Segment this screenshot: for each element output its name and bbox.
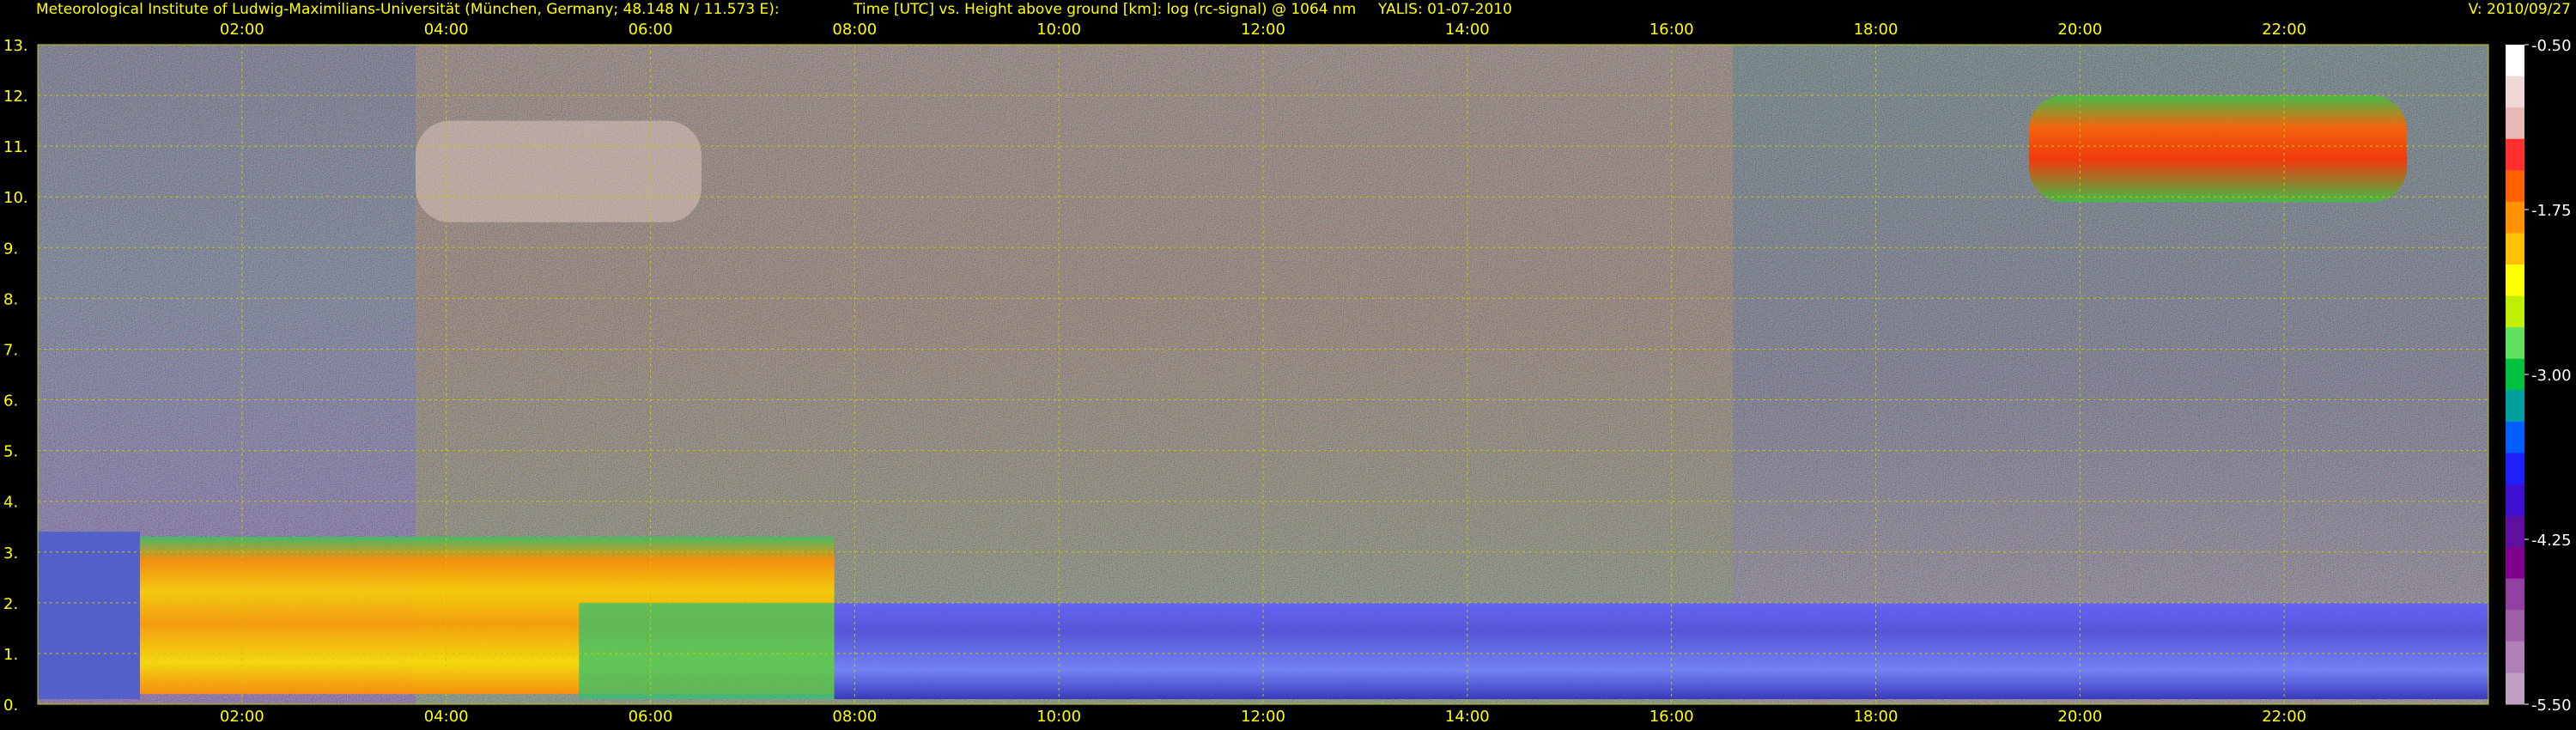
- colorbar-segment: [2506, 138, 2524, 171]
- colorbar-segment: [2506, 421, 2524, 453]
- colorbar-tick-label: -0.50: [2531, 37, 2572, 55]
- layer-night-boundary: [38, 532, 140, 700]
- x-tick-label-top: 14:00: [1445, 21, 1490, 39]
- layer-cirrus-cloud: [2028, 95, 2407, 203]
- colorbar-tick-label: -1.75: [2531, 202, 2572, 220]
- y-tick-label: 3.: [3, 544, 18, 563]
- x-tick-label-bottom: 08:00: [832, 708, 877, 726]
- x-tick-label-top: 02:00: [220, 21, 264, 39]
- y-tick-label: 8.: [3, 290, 18, 308]
- colorbar-segment: [2506, 295, 2524, 328]
- colorbar-segment: [2506, 641, 2524, 673]
- layer-mixed-green: [579, 602, 835, 700]
- colorbar-tick-label: -3.00: [2531, 367, 2572, 385]
- x-tick-label-bottom: 10:00: [1036, 708, 1081, 726]
- x-tick-label-top: 06:00: [629, 21, 673, 39]
- x-tick-label-bottom: 22:00: [2262, 708, 2306, 726]
- y-tick-label: 4.: [3, 494, 18, 512]
- colorbar-segment: [2506, 390, 2524, 423]
- colorbar-segment: [2506, 453, 2524, 485]
- x-tick-label-top: 04:00: [424, 21, 469, 39]
- colorbar-segment: [2506, 45, 2524, 77]
- colorbar-segment: [2506, 547, 2524, 580]
- x-tick-label-bottom: 16:00: [1649, 708, 1694, 726]
- colorbar-segment: [2506, 327, 2524, 360]
- x-tick-label-bottom: 18:00: [1854, 708, 1899, 726]
- y-tick-label: 12.: [3, 88, 28, 106]
- y-tick-label: 5.: [3, 443, 18, 461]
- colorbar-segment: [2506, 201, 2524, 234]
- x-tick-label-top: 12:00: [1241, 21, 1285, 39]
- layer-cirrus-cloud: [415, 120, 702, 222]
- x-axis-top: 02:00 04:00 06:00 08:00 10:00 12:00 14:00 16:00…: [220, 21, 2306, 39]
- x-tick-label-bottom: 02:00: [220, 708, 264, 726]
- colorbar-segment: [2506, 107, 2524, 140]
- lidar-plot: 02:00 04:00 06:00 08:00 10:00 12:00 14:00 16:00…: [3, 21, 2572, 726]
- colorbar-segment: [2506, 76, 2524, 108]
- y-tick-label: 13.: [3, 37, 28, 55]
- layer-residual-layer: [834, 602, 2488, 700]
- colorbar-segment: [2506, 672, 2524, 705]
- colorbar-segment: [2506, 170, 2524, 203]
- x-tick-label-bottom: 12:00: [1241, 708, 1285, 726]
- x-axis-bottom: 02:00 04:00 06:00 08:00 10:00 12:00 14:00 16:00…: [220, 708, 2306, 726]
- colorbar-segment: [2506, 233, 2524, 265]
- colorbar-segment: [2506, 610, 2524, 642]
- colorbar: -0.50 -1.75 -3.00 -4.25 -5.50: [2506, 37, 2572, 715]
- colorbar-tick-label: -5.50: [2531, 697, 2572, 715]
- x-tick-label-top: 18:00: [1854, 21, 1899, 39]
- y-tick-label: 10.: [3, 189, 28, 207]
- colorbar-segment: [2506, 515, 2524, 548]
- y-axis: 0. 1. 2. 3. 4. 5. 6. 7. 8. 9. 10. 11. 12. 13.: [3, 37, 28, 715]
- x-tick-label-top: 08:00: [832, 21, 877, 39]
- x-tick-label-top: 20:00: [2057, 21, 2102, 39]
- x-tick-label-bottom: 14:00: [1445, 708, 1490, 726]
- y-tick-label: 7.: [3, 341, 18, 359]
- x-tick-label-bottom: 04:00: [424, 708, 469, 726]
- y-tick-label: 11.: [3, 138, 28, 156]
- y-tick-label: 2.: [3, 595, 18, 613]
- colorbar-segment: [2506, 484, 2524, 517]
- colorbar-segment: [2506, 265, 2524, 297]
- colorbar-segment: [2506, 578, 2524, 611]
- x-tick-label-top: 16:00: [1649, 21, 1694, 39]
- y-tick-label: 1.: [3, 646, 18, 664]
- colorbar-tick-label: -4.25: [2531, 532, 2572, 550]
- x-tick-label-top: 10:00: [1036, 21, 1081, 39]
- x-tick-label-bottom: 20:00: [2057, 708, 2102, 726]
- colorbar-segment: [2506, 358, 2524, 391]
- x-tick-label-top: 22:00: [2262, 21, 2306, 39]
- y-tick-label: 9.: [3, 240, 18, 258]
- y-tick-label: 0.: [3, 697, 18, 715]
- y-tick-label: 6.: [3, 392, 18, 411]
- x-tick-label-bottom: 06:00: [629, 708, 673, 726]
